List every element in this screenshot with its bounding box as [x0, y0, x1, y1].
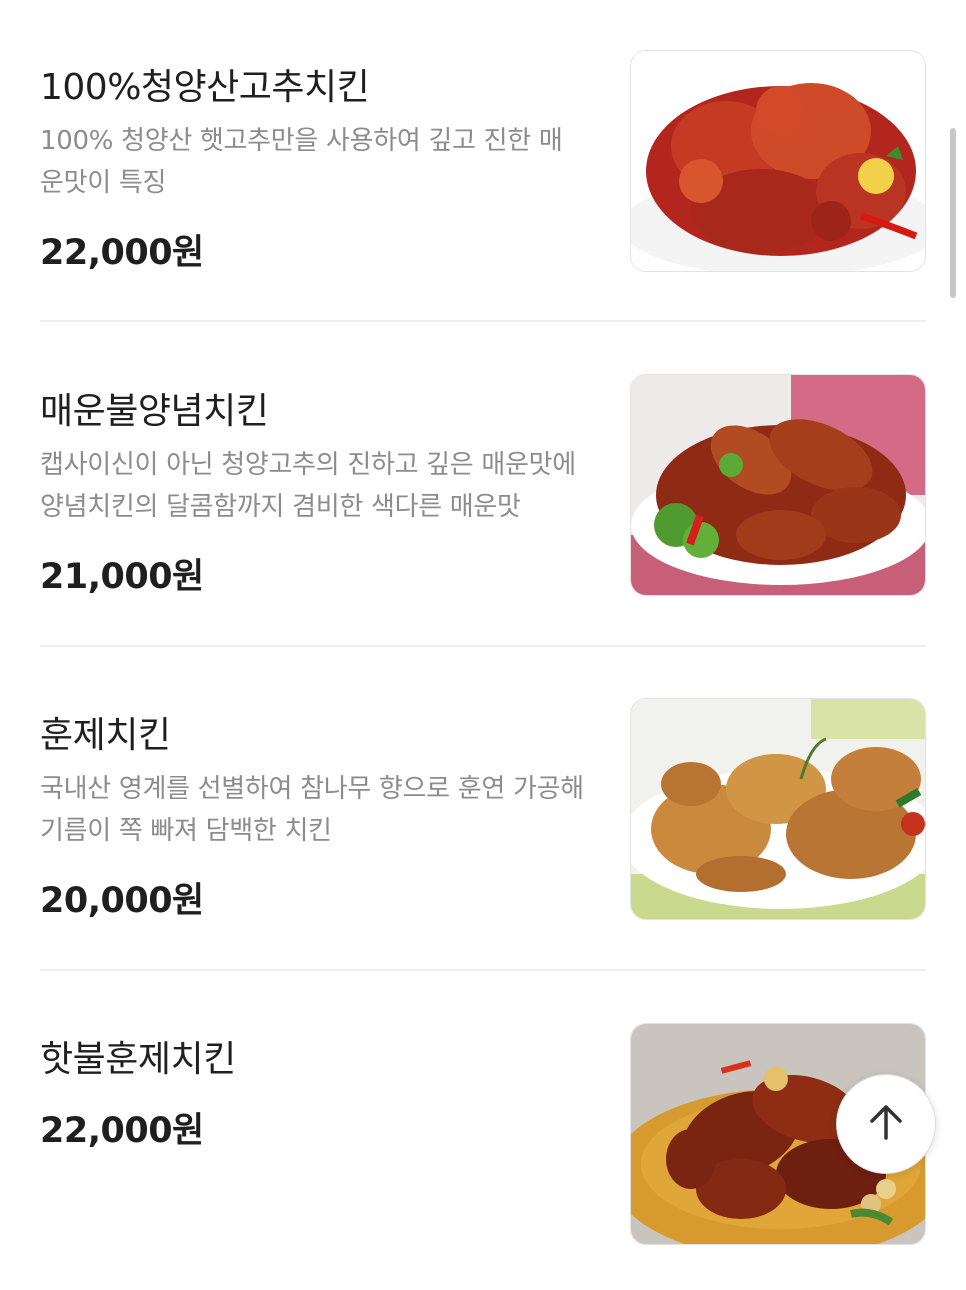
menu-item[interactable]: 훈제치킨 국내산 영계를 선별하여 참나무 향으로 훈연 가공해 기름이 쪽 빠…	[40, 648, 926, 968]
menu-item-image[interactable]	[630, 698, 926, 920]
menu-item-price: 22,000원	[40, 1111, 204, 1151]
menu-item-name: 매운불양념치킨	[40, 391, 269, 432]
menu-item-description: 100% 청양산 햇고추만을 사용하여 깊고 진한 매운맛이 특징	[40, 126, 563, 198]
scrollbar[interactable]	[950, 128, 956, 298]
menu-item-name: 훈제치킨	[40, 715, 171, 756]
menu-item-price: 21,000원	[40, 557, 204, 597]
menu-item-price: 22,000원	[40, 233, 204, 273]
menu-item[interactable]: 매운불양념치킨 캡사이신이 아닌 청양고추의 진하고 깊은 매운맛에 양념치킨의…	[40, 324, 926, 644]
menu-item[interactable]: 100%청양산고추치킨 100% 청양산 햇고추만을 사용하여 깊고 진한 매운…	[40, 0, 926, 320]
menu-item-description: 캡사이신이 아닌 청양고추의 진하고 깊은 매운맛에 양념치킨의 달콤함까지 겸…	[40, 450, 576, 522]
scroll-to-top-button[interactable]	[836, 1074, 936, 1174]
menu-item-name: 핫불훈제치킨	[40, 1039, 236, 1080]
divider	[40, 645, 926, 647]
menu-item-name: 100%청양산고추치킨	[40, 67, 370, 108]
divider	[40, 320, 926, 322]
arrow-up-icon	[862, 1098, 910, 1150]
menu-item-image[interactable]	[630, 50, 926, 272]
menu-item-description: 국내산 영계를 선별하여 참나무 향으로 훈연 가공해 기름이 쪽 빠져 담백한…	[40, 774, 584, 846]
divider	[40, 969, 926, 971]
menu-item-price: 20,000원	[40, 881, 204, 921]
menu-item[interactable]: 핫불훈제치킨 22,000원	[40, 972, 926, 1290]
menu-item-image[interactable]	[630, 374, 926, 596]
